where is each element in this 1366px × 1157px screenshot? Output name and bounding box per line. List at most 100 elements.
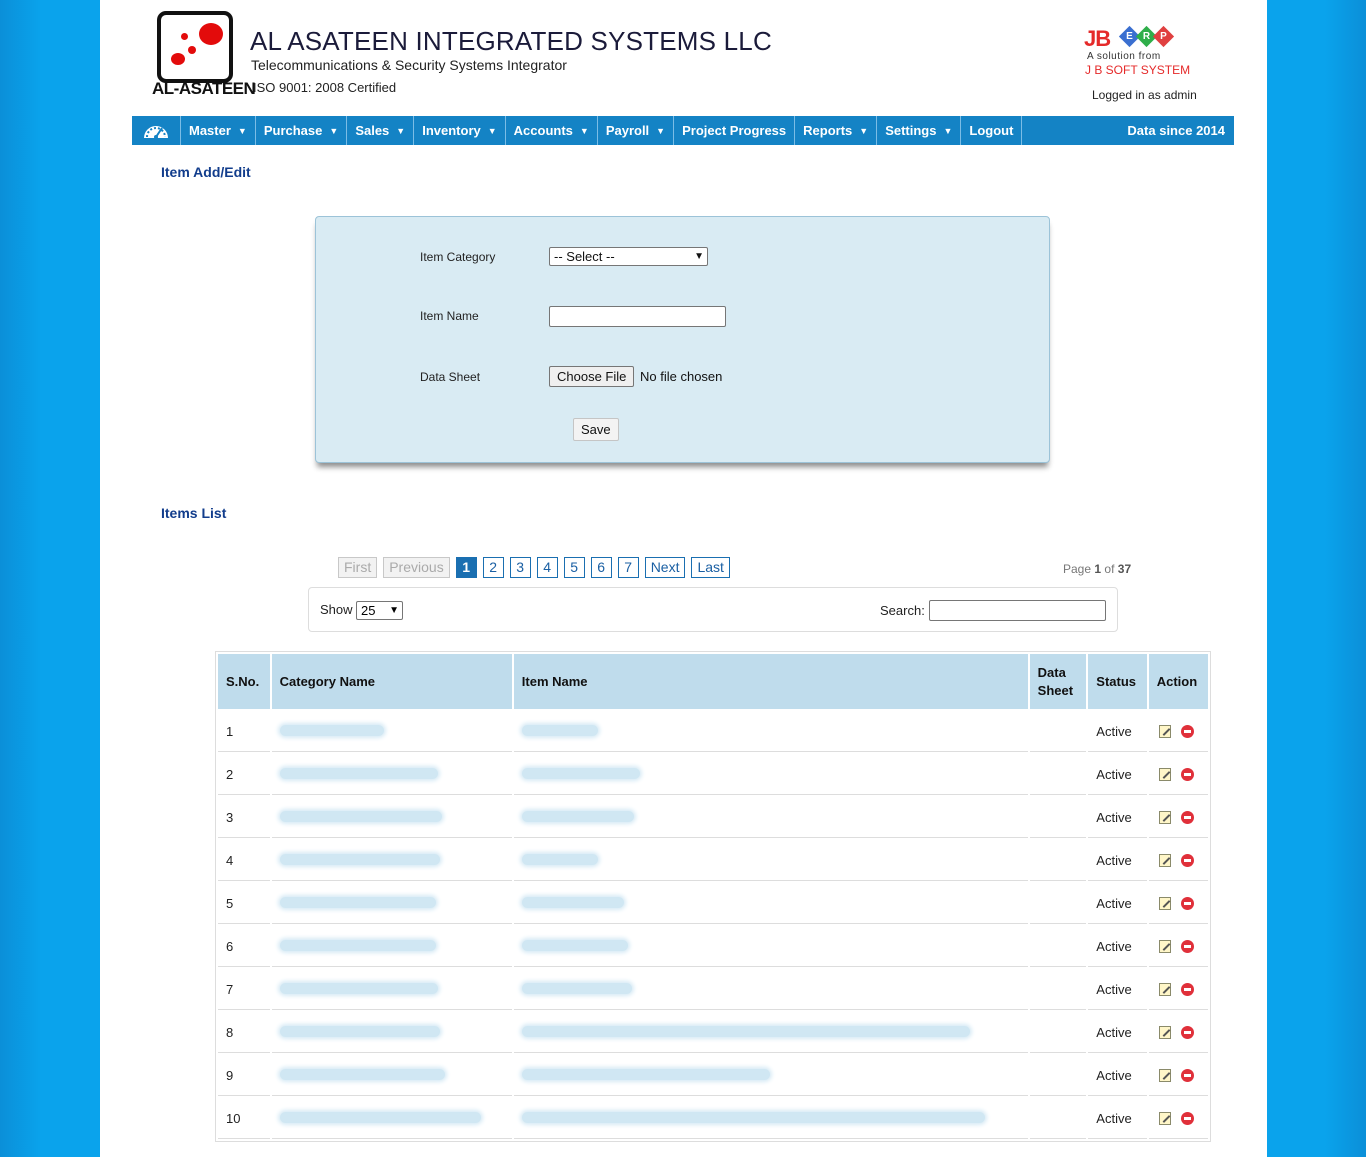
- cell-sno: 8: [218, 1012, 270, 1053]
- delete-icon[interactable]: [1180, 853, 1194, 867]
- item-form-title: Item Add/Edit: [161, 164, 251, 180]
- table-row: 5 Active: [218, 883, 1208, 924]
- cell-sno: 4: [218, 840, 270, 881]
- cell-item-name-redacted: [513, 754, 1028, 795]
- cell-status: Active: [1088, 754, 1147, 795]
- delete-icon[interactable]: [1180, 896, 1194, 910]
- cell-sno: 9: [218, 1055, 270, 1096]
- table-row: 3 Active: [218, 797, 1208, 838]
- cell-item-name-redacted: [513, 883, 1028, 924]
- delete-icon[interactable]: [1180, 724, 1194, 738]
- cell-item-name-redacted: [513, 1012, 1028, 1053]
- delete-icon[interactable]: [1180, 810, 1194, 824]
- delete-icon[interactable]: [1180, 982, 1194, 996]
- page-button-1[interactable]: 1: [455, 557, 477, 578]
- delete-icon[interactable]: [1180, 1111, 1194, 1125]
- company-title: AL ASATEEN INTEGRATED SYSTEMS LLC: [250, 26, 772, 56]
- search-label: Search:: [880, 603, 925, 618]
- cell-item-name-redacted: [513, 797, 1028, 838]
- col-sno[interactable]: S.No.: [218, 654, 270, 709]
- chevron-down-icon: ▼: [694, 251, 704, 262]
- chevron-down-icon: ▼: [859, 125, 869, 136]
- col-status[interactable]: Status: [1088, 654, 1147, 709]
- cell-action: [1148, 1098, 1208, 1139]
- edit-icon[interactable]: [1158, 767, 1171, 781]
- item-category-select[interactable]: -- Select -- ▼: [549, 247, 708, 266]
- data-since-text: Data since 2014: [1127, 123, 1225, 138]
- nav-inventory[interactable]: Inventory ▼: [414, 116, 506, 145]
- table-row: 10 Active: [218, 1098, 1208, 1139]
- page-container: AL-ASATEEN AL ASATEEN INTEGRATED SYSTEMS…: [100, 0, 1267, 1157]
- last-page-button[interactable]: Last: [691, 557, 730, 578]
- cell-status: Active: [1088, 1012, 1147, 1053]
- page-button-5[interactable]: 5: [563, 557, 585, 578]
- logged-in-status: Logged in as admin: [1092, 88, 1197, 102]
- choose-file-button[interactable]: Choose File: [549, 366, 635, 387]
- edit-icon[interactable]: [1158, 939, 1171, 953]
- page-button-7[interactable]: 7: [617, 557, 639, 578]
- edit-icon[interactable]: [1158, 982, 1171, 996]
- nav-purchase[interactable]: Purchase ▼: [256, 116, 348, 145]
- table-row: 1 Active: [218, 711, 1208, 752]
- cell-category-redacted: [271, 711, 512, 752]
- nav-project-progress[interactable]: Project Progress: [674, 116, 796, 145]
- delete-icon[interactable]: [1180, 1025, 1194, 1039]
- previous-page-button[interactable]: Previous: [383, 557, 450, 578]
- cell-action: [1148, 969, 1208, 1010]
- edit-icon[interactable]: [1158, 810, 1171, 824]
- logo-text: AL-ASATEEN: [152, 79, 256, 98]
- item-name-input[interactable]: [549, 306, 726, 327]
- show-entries-select[interactable]: 25 ▼: [356, 601, 403, 620]
- cell-action: [1148, 1055, 1208, 1096]
- edit-icon[interactable]: [1158, 1068, 1171, 1082]
- delete-icon[interactable]: [1180, 767, 1194, 781]
- nav-settings[interactable]: Settings ▼: [877, 116, 962, 145]
- nav-logout[interactable]: Logout: [961, 116, 1023, 145]
- nav-sales[interactable]: Sales ▼: [347, 116, 415, 145]
- table-row: 7 Active: [218, 969, 1208, 1010]
- cell-sno: 3: [218, 797, 270, 838]
- first-page-button[interactable]: First: [338, 557, 378, 578]
- nav-master[interactable]: Master ▼: [181, 116, 256, 145]
- cell-action: [1148, 1012, 1208, 1053]
- nav-payroll[interactable]: Payroll ▼: [598, 116, 675, 145]
- save-button[interactable]: Save: [573, 418, 619, 441]
- page-button-2[interactable]: 2: [482, 557, 504, 578]
- chevron-down-icon: ▼: [396, 125, 406, 136]
- search-input[interactable]: [929, 600, 1106, 621]
- edit-icon[interactable]: [1158, 853, 1171, 867]
- delete-icon[interactable]: [1180, 1068, 1194, 1082]
- page-button-3[interactable]: 3: [509, 557, 531, 578]
- cell-action: [1148, 883, 1208, 924]
- col-data-sheet[interactable]: Data Sheet: [1029, 654, 1087, 709]
- cell-item-name-redacted: [513, 840, 1028, 881]
- cell-category-redacted: [271, 1098, 512, 1139]
- nav-accounts[interactable]: Accounts ▼: [506, 116, 598, 145]
- next-page-button[interactable]: Next: [644, 557, 686, 578]
- chevron-down-icon: ▼: [389, 605, 399, 616]
- edit-icon[interactable]: [1158, 1025, 1171, 1039]
- edit-icon[interactable]: [1158, 1111, 1171, 1125]
- items-list-title: Items List: [161, 505, 227, 521]
- nav-reports[interactable]: Reports ▼: [795, 116, 878, 145]
- cell-sno: 10: [218, 1098, 270, 1139]
- erp-company: J B SOFT SYSTEM: [1085, 63, 1191, 77]
- erp-tagline: A solution from: [1087, 51, 1161, 62]
- col-category[interactable]: Category Name: [271, 654, 512, 709]
- cell-status: Active: [1088, 926, 1147, 967]
- page-button-4[interactable]: 4: [536, 557, 558, 578]
- cell-sno: 6: [218, 926, 270, 967]
- cell-status: Active: [1088, 1055, 1147, 1096]
- page-button-6[interactable]: 6: [590, 557, 612, 578]
- chevron-down-icon: ▼: [579, 125, 589, 136]
- table-controls: Show 25 ▼ Search:: [308, 587, 1118, 632]
- pagination: First Previous 1 2 3 4 5 6 7 Next Last: [338, 557, 730, 578]
- edit-icon[interactable]: [1158, 724, 1171, 738]
- cell-data-sheet: [1029, 754, 1087, 795]
- cell-data-sheet: [1029, 711, 1087, 752]
- col-action: Action: [1148, 654, 1208, 709]
- delete-icon[interactable]: [1180, 939, 1194, 953]
- edit-icon[interactable]: [1158, 896, 1171, 910]
- dashboard-icon[interactable]: [132, 116, 181, 145]
- col-item-name[interactable]: Item Name: [513, 654, 1028, 709]
